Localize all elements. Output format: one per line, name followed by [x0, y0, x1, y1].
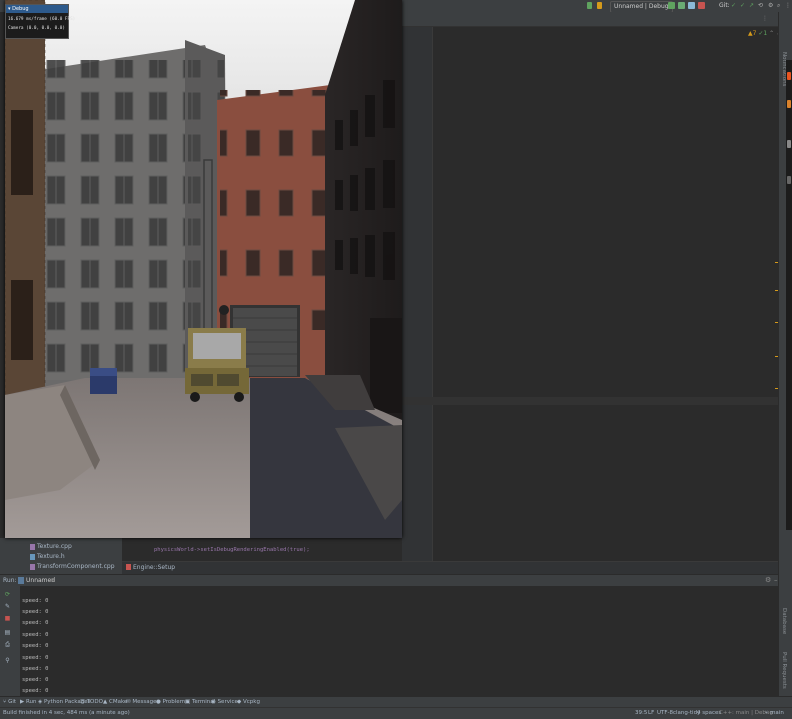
console-line: speed: 0 — [22, 620, 49, 626]
game-viewport[interactable] — [5, 0, 402, 538]
console-line: speed: 0 — [22, 643, 49, 649]
breadcrumb-function[interactable]: Engine::Setup — [133, 563, 175, 572]
console-line: speed: 0 — [22, 688, 49, 694]
settings-gear-icon[interactable]: ⚙ — [765, 576, 771, 584]
tool-cmake[interactable]: ▲ CMake — [103, 698, 127, 707]
search-icon[interactable]: ⌕ — [777, 1, 780, 11]
warning-count: ▲7 — [748, 30, 757, 37]
debug-overlay-window[interactable]: ▾ Debug 16.679 ms/frame (60.0 FPS) Camer… — [5, 4, 75, 39]
tool-todo[interactable]: ☰ TODO — [80, 698, 103, 707]
tool-run[interactable]: ▶ Run — [20, 698, 37, 707]
run-tab-icon — [18, 577, 24, 584]
code-visible-lines[interactable]: physicsWorld->setIsDebugRenderingEnabled… — [122, 538, 402, 561]
run-panel-label: Run: — [3, 577, 17, 584]
database-tool-tab[interactable]: Database — [781, 608, 787, 634]
tree-item-file[interactable]: Texture.cpp — [30, 543, 72, 550]
git-label: Git: — [719, 2, 730, 9]
minimize-icon[interactable]: – — [774, 576, 778, 584]
git-push-icon[interactable]: ↗ — [749, 1, 754, 11]
tool-git[interactable]: ⑂ Git — [3, 698, 16, 707]
git-branch[interactable]: ⑂ main — [765, 709, 784, 718]
tab-menu-icon[interactable]: ⋮ — [762, 15, 768, 22]
inspection-widget[interactable]: ▲7 ✓1 ⌃ ⌄ — [748, 30, 781, 37]
alley-scene — [5, 0, 402, 538]
stop-icon[interactable]: ■ — [4, 616, 11, 622]
code-line: physicsWorld->setIsDebugRenderingEnabled… — [154, 547, 310, 553]
caret-position[interactable]: 39:5 — [635, 709, 647, 718]
tool-messages[interactable]: ✉ Messages — [126, 698, 159, 707]
stop-icon[interactable] — [698, 2, 705, 9]
weak-warning-count: ✓1 — [758, 30, 768, 37]
history-icon[interactable]: ⟲ — [758, 1, 763, 11]
wrench-icon[interactable]: ✎ — [4, 604, 11, 610]
collapse-arrow-icon[interactable]: ▾ — [8, 6, 11, 12]
run-console-output[interactable] — [20, 586, 778, 696]
build-icon[interactable] — [587, 2, 592, 9]
git-update-icon[interactable]: ✓ — [731, 1, 736, 11]
run-toolbar: ⟳ ✎ ■ ▤ ⎙ ⚲ — [0, 586, 20, 696]
pull-requests-tool-tab[interactable]: Pull Requests — [781, 652, 787, 689]
frame-time-readout: 16.679 ms/frame (60.0 FPS) — [8, 17, 76, 22]
console-line: speed: 0 — [22, 632, 49, 638]
indent-setting[interactable]: 4 spaces — [697, 709, 721, 718]
line-ending[interactable]: LF — [648, 709, 654, 718]
hammer-icon[interactable] — [597, 2, 602, 9]
tool-vcpkg[interactable]: ◆ Vcpkg — [237, 698, 260, 707]
camera-position-readout: Camera (0.0, 0.0, 0.0) — [8, 26, 65, 31]
cpp-file-icon — [30, 543, 35, 550]
dock-app-icon[interactable] — [787, 140, 791, 148]
breadcrumb: Engine::Setup — [122, 561, 778, 574]
print-icon[interactable]: ⎙ — [4, 642, 11, 648]
status-bar: Build finished in 4 sec, 484 ms (a minut… — [0, 707, 792, 719]
header-file-icon — [30, 553, 35, 560]
console-line: speed: 0 — [22, 677, 49, 683]
more-icon[interactable]: ⋮ — [785, 1, 791, 11]
status-message[interactable]: Build finished in 4 sec, 484 ms (a minut… — [3, 709, 130, 718]
close-tab-icon[interactable]: × — [50, 577, 55, 584]
settings-gear-icon[interactable]: ⚙ — [768, 1, 773, 11]
console-line: speed: 0 — [22, 598, 49, 604]
tool-problems[interactable]: ● Problems — [156, 698, 188, 707]
current-line-highlight — [402, 397, 778, 405]
rerun-icon[interactable]: ⟳ — [4, 592, 11, 598]
console-line: speed: 0 — [22, 666, 49, 672]
layout-icon[interactable]: ▤ — [4, 630, 11, 636]
coverage-icon[interactable] — [688, 2, 695, 9]
git-commit-icon[interactable]: ✓ — [740, 1, 745, 11]
code-editor[interactable] — [402, 27, 778, 561]
debug-window-title: Debug — [12, 6, 29, 12]
editor-gutter — [402, 27, 433, 561]
file-encoding[interactable]: UTF-8 — [657, 709, 673, 718]
console-line: speed: 0 — [22, 655, 49, 661]
project-tree: Texture.cpp Texture.h TransformComponent… — [0, 538, 122, 574]
console-line: speed: 0 — [22, 609, 49, 615]
tree-item-file[interactable]: Texture.h — [30, 553, 65, 560]
debug-window-titlebar[interactable]: ▾ Debug — [6, 5, 68, 13]
dock-app-icon[interactable] — [787, 176, 791, 184]
function-icon — [126, 564, 131, 570]
desktop-dock-strip — [786, 60, 792, 530]
cpp-file-icon — [30, 563, 35, 570]
editor-tab-strip: ⋮ — [402, 12, 778, 27]
tree-item-file[interactable]: TransformComponent.cpp — [30, 563, 115, 570]
debug-icon[interactable] — [678, 2, 685, 9]
dock-app-icon[interactable] — [787, 100, 791, 108]
run-icon[interactable] — [668, 2, 675, 9]
pin-icon[interactable]: ⚲ — [4, 658, 11, 664]
dock-app-icon[interactable] — [787, 72, 791, 80]
